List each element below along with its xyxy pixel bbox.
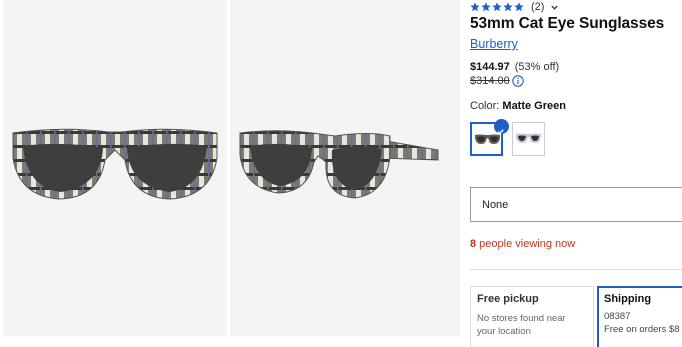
selected-check-icon: [494, 119, 509, 135]
discount-percent: (53% off): [514, 61, 560, 73]
option-select[interactable]: None: [470, 187, 682, 222]
product-image-gallery: [0, 0, 460, 347]
selected-color: Matte Green: [502, 100, 566, 112]
chevron-down-icon[interactable]: [550, 3, 559, 12]
free-pickup-option[interactable]: Free pickup No stores found near your lo…: [470, 286, 594, 347]
pickup-title: Free pickup: [477, 293, 539, 305]
star-rating: [470, 2, 524, 12]
sunglasses-side-icon: [239, 130, 439, 199]
sale-price: $144.97: [470, 61, 510, 73]
info-icon[interactable]: [512, 75, 524, 87]
sunglasses-front-icon: [12, 128, 218, 200]
star-icon: [481, 2, 491, 12]
star-icon: [503, 2, 513, 12]
rating-count: (2): [531, 1, 545, 13]
product-info-panel: (2) 53mm Cat Eye Sunglasses Burberry $14…: [470, 0, 682, 347]
sunglasses-swatch-icon: [516, 133, 541, 143]
shipping-option[interactable]: Shipping 08387 Free on orders $8: [597, 286, 682, 347]
pickup-details: No stores found near your location: [477, 313, 566, 337]
product-image-angle[interactable]: [230, 0, 460, 336]
original-price-row: $314.00: [470, 75, 524, 87]
original-price: $314.00: [470, 75, 510, 87]
brand-link[interactable]: Burberry: [470, 37, 518, 51]
option-select-value: None: [482, 198, 509, 211]
shipping-title: Shipping: [604, 293, 652, 305]
zip-code: 08387: [604, 311, 631, 322]
shipping-details: 08387 Free on orders $8: [604, 310, 682, 336]
product-image-front[interactable]: [3, 0, 227, 336]
color-swatch-alt[interactable]: [512, 122, 545, 156]
star-icon: [470, 2, 480, 12]
star-icon: [492, 2, 502, 12]
price-row: $144.97 (53% off): [470, 61, 559, 73]
color-label: Color: Matte Green: [470, 100, 566, 112]
rating-row[interactable]: (2): [470, 0, 559, 14]
divider: [470, 269, 682, 270]
star-icon: [514, 2, 524, 12]
color-swatch-matte-green[interactable]: [470, 119, 509, 156]
viewers-notice: 8 people viewing now: [470, 238, 576, 250]
product-title: 53mm Cat Eye Sunglasses: [470, 15, 665, 32]
